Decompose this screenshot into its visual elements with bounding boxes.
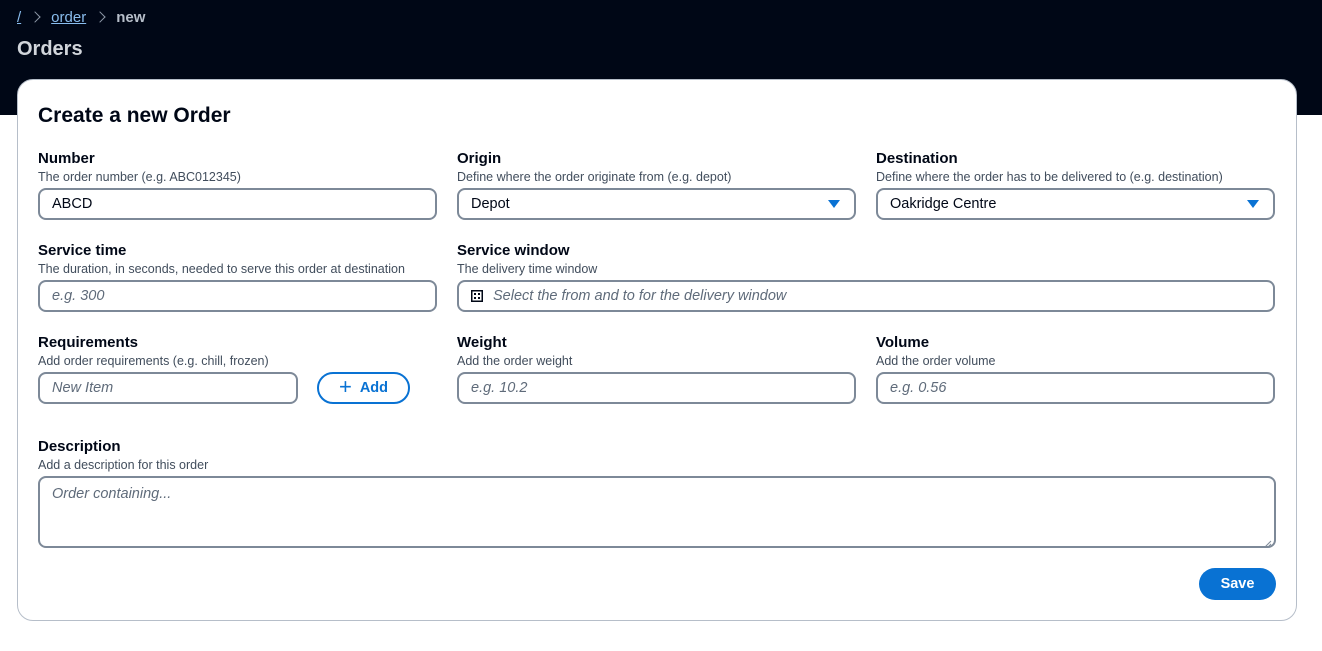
weight-label: Weight: [457, 334, 507, 351]
requirements-description: Add order requirements (e.g. chill, froz…: [38, 354, 269, 368]
volume-label: Volume: [876, 334, 930, 351]
number-description: The order number (e.g. ABC012345): [38, 170, 241, 184]
destination-label: Destination: [876, 150, 958, 167]
weight-description: Add the order weight: [457, 354, 573, 368]
origin-selected-value: Depot: [471, 196, 510, 212]
weight-field-group: Weight Add the order weight: [457, 334, 857, 369]
service-time-field-group: Service time The duration, in seconds, n…: [38, 242, 448, 277]
number-label: Number: [38, 150, 95, 167]
create-order-form: Create a new Order Number The order numb…: [17, 79, 1297, 621]
save-button[interactable]: Save: [1199, 568, 1276, 600]
description-field-group: Description Add a description for this o…: [38, 438, 438, 473]
origin-description: Define where the order originate from (e…: [457, 170, 732, 184]
breadcrumb-current: new: [116, 8, 146, 26]
destination-description: Define where the order has to be deliver…: [876, 170, 1223, 184]
requirements-label: Requirements: [38, 334, 139, 351]
number-field-group: Number The order number (e.g. ABC012345): [38, 150, 438, 185]
description-textarea[interactable]: Order containing...: [38, 476, 1276, 548]
caret-down-icon: [1247, 200, 1259, 208]
breadcrumb: / order new: [17, 7, 145, 27]
requirements-field-group: Requirements Add order requirements (e.g…: [38, 334, 438, 369]
description-description: Add a description for this order: [38, 458, 209, 472]
chevron-right-icon: [94, 11, 106, 23]
origin-field-group: Origin Define where the order originate …: [457, 150, 857, 185]
form-title: Create a new Order: [38, 104, 231, 127]
destination-select[interactable]: Oakridge Centre: [876, 188, 1275, 220]
add-button-label: Add: [359, 380, 389, 396]
service-time-description: The duration, in seconds, needed to serv…: [38, 262, 405, 276]
plus-icon: +: [338, 374, 352, 399]
weight-input[interactable]: e.g. 10.2: [457, 372, 856, 404]
breadcrumb-root-link[interactable]: /: [17, 9, 21, 26]
description-label: Description: [38, 438, 121, 455]
requirements-input[interactable]: New Item: [38, 372, 298, 404]
volume-field-group: Volume Add the order volume: [876, 334, 1276, 369]
resize-handle-icon[interactable]: [1264, 536, 1272, 548]
number-input[interactable]: ABCD: [38, 188, 437, 220]
origin-select[interactable]: Depot: [457, 188, 856, 220]
page-title: Orders: [17, 38, 83, 60]
service-window-field-group: Service window The delivery time window: [457, 242, 857, 277]
calendar-icon: [471, 290, 483, 302]
destination-selected-value: Oakridge Centre: [890, 196, 997, 212]
volume-description: Add the order volume: [876, 354, 996, 368]
origin-label: Origin: [457, 150, 502, 167]
breadcrumb-order-link[interactable]: order: [51, 9, 86, 26]
volume-input[interactable]: e.g. 0.56: [876, 372, 1275, 404]
add-requirement-button[interactable]: + Add: [317, 372, 410, 404]
service-window-input[interactable]: Select the from and to for the delivery …: [457, 280, 1275, 312]
service-window-placeholder: Select the from and to for the delivery …: [493, 288, 787, 304]
service-window-description: The delivery time window: [457, 262, 598, 276]
service-window-label: Service window: [457, 242, 570, 259]
destination-field-group: Destination Define where the order has t…: [876, 150, 1296, 185]
description-placeholder: Order containing...: [52, 486, 172, 502]
caret-down-icon: [828, 200, 840, 208]
chevron-right-icon: [29, 11, 41, 23]
service-time-label: Service time: [38, 242, 127, 259]
service-time-input[interactable]: e.g. 300: [38, 280, 437, 312]
